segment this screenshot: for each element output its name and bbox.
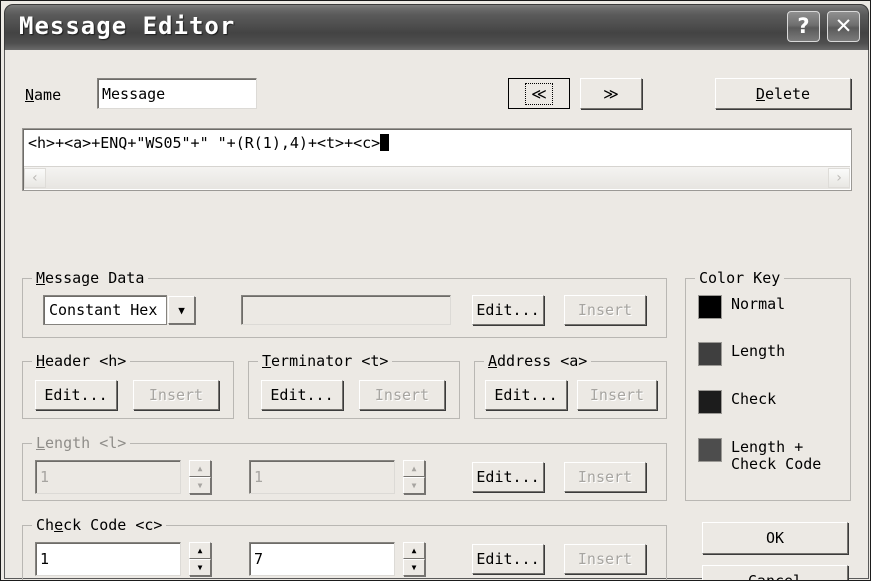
check-code-legend-c: ck Code <c> [63, 516, 163, 534]
color-swatch-normal [698, 295, 722, 319]
cancel-button[interactable]: Cancel [702, 565, 848, 580]
check-code-accelerator: e [54, 516, 64, 534]
address-edit-button[interactable]: Edit... [485, 380, 567, 410]
length-end-stepper: ▲ ▼ [403, 460, 425, 494]
header-group-legend: Header <h> [32, 352, 131, 370]
color-key-label-length: Length [731, 342, 786, 360]
color-key-legend: Color Key [695, 269, 785, 287]
length-group-legend: Length <l> [32, 434, 131, 452]
header-group-accelerator: H [36, 352, 46, 370]
previous-message-label: ≪ [525, 82, 553, 105]
check-code-start-input[interactable]: 1 [35, 542, 181, 576]
delete-accelerator: D [755, 84, 765, 103]
window-title: Message Editor [19, 12, 236, 40]
close-icon[interactable]: ✕ [827, 11, 860, 42]
chevron-down-icon[interactable]: ▼ [168, 296, 195, 324]
help-icon[interactable]: ? [787, 11, 820, 42]
text-caret [380, 134, 390, 151]
length-start-input: 1 [35, 460, 181, 494]
address-group-legend-rest: ddress <a> [497, 352, 588, 370]
length-start-stepper: ▲ ▼ [189, 460, 211, 494]
check-code-end-stepper[interactable]: ▲ ▼ [403, 542, 425, 576]
check-code-end-stepper-down[interactable]: ▼ [403, 559, 425, 576]
next-message-label: ≫ [603, 84, 619, 103]
message-definition-value: <h>+<a>+ENQ+"WS05"+" "+(R(1),4)+<t>+<c> [28, 134, 381, 152]
previous-message-button[interactable]: ≪ [508, 78, 570, 109]
message-data-type-select[interactable]: Constant Hex [43, 295, 167, 325]
header-insert-button: Insert [133, 380, 219, 410]
length-group-legend-rest: ength <l> [45, 434, 127, 452]
color-swatch-length [698, 342, 722, 366]
name-label: Name [25, 86, 61, 104]
terminator-insert-button: Insert [359, 380, 445, 410]
color-key-label-check: Check [731, 390, 777, 408]
terminator-group-legend: Terminator <t> [258, 352, 393, 370]
length-start-stepper-down: ▼ [189, 477, 211, 494]
check-code-legend-a: Ch [36, 516, 55, 534]
delete-button[interactable]: Delete [715, 78, 851, 109]
delete-label: Delete [756, 85, 810, 103]
terminator-edit-button[interactable]: Edit... [261, 380, 343, 410]
name-label-rest: ame [34, 86, 62, 104]
message-data-legend: Message Data [32, 269, 149, 287]
terminator-group-accelerator: T [262, 352, 272, 370]
check-code-start-stepper-down[interactable]: ▼ [189, 559, 211, 576]
check-code-start-stepper-up[interactable]: ▲ [189, 542, 211, 559]
color-key-label-normal: Normal [731, 295, 786, 313]
message-data-value-input [241, 295, 451, 325]
check-code-start-stepper[interactable]: ▲ ▼ [189, 542, 211, 576]
header-group-legend-rest: eader <h> [45, 352, 127, 370]
check-code-end-input[interactable]: 7 [249, 542, 395, 576]
horizontal-scrollbar[interactable]: ‹ › [24, 166, 850, 189]
length-end-stepper-up: ▲ [403, 460, 425, 477]
message-data-edit-button[interactable]: Edit... [472, 295, 544, 325]
address-insert-button: Insert [577, 380, 657, 410]
title-bar: Message Editor ? ✕ [4, 4, 869, 50]
color-key-label-length-check: Length + Check Code [731, 438, 822, 473]
name-input[interactable]: Message [97, 78, 257, 109]
check-code-group-legend: Check Code <c> [32, 516, 167, 534]
length-edit-button[interactable]: Edit... [472, 462, 544, 492]
address-group-accelerator: A [488, 352, 498, 370]
message-editor-dialog: Message Editor ? ✕ Name Message ≪ ≫ Dele… [0, 0, 871, 581]
length-insert-button: Insert [564, 462, 646, 492]
message-data-legend-rest: essage Data [45, 269, 145, 287]
address-group-legend: Address <a> [484, 352, 592, 370]
dialog-client-area: Name Message ≪ ≫ Delete <h>+<a>+ENQ+"WS0… [4, 50, 869, 580]
terminator-group-legend-rest: erminator <t> [271, 352, 389, 370]
length-end-input: 1 [249, 460, 395, 494]
color-swatch-check [698, 390, 722, 414]
message-definition-text: <h>+<a>+ENQ+"WS05"+" "+(R(1),4)+<t>+<c> [28, 134, 390, 152]
next-message-button[interactable]: ≫ [580, 78, 642, 109]
header-edit-button[interactable]: Edit... [35, 380, 117, 410]
name-label-accelerator: N [25, 86, 35, 104]
length-start-stepper-up: ▲ [189, 460, 211, 477]
length-end-stepper-down: ▼ [403, 477, 425, 494]
scroll-left-icon[interactable]: ‹ [24, 168, 46, 188]
ok-button[interactable]: OK [702, 522, 848, 554]
length-group-accelerator: L [36, 434, 46, 452]
delete-rest: elete [764, 84, 811, 103]
scroll-right-icon[interactable]: › [828, 168, 850, 188]
check-code-insert-button: Insert [564, 544, 646, 574]
message-data-accelerator: M [36, 269, 46, 287]
message-data-insert-button: Insert [564, 295, 646, 325]
message-definition-editor[interactable]: <h>+<a>+ENQ+"WS05"+" "+(R(1),4)+<t>+<c> … [22, 128, 852, 191]
check-code-end-stepper-up[interactable]: ▲ [403, 542, 425, 559]
check-code-edit-button[interactable]: Edit... [472, 544, 544, 574]
color-swatch-length-check [698, 438, 722, 462]
